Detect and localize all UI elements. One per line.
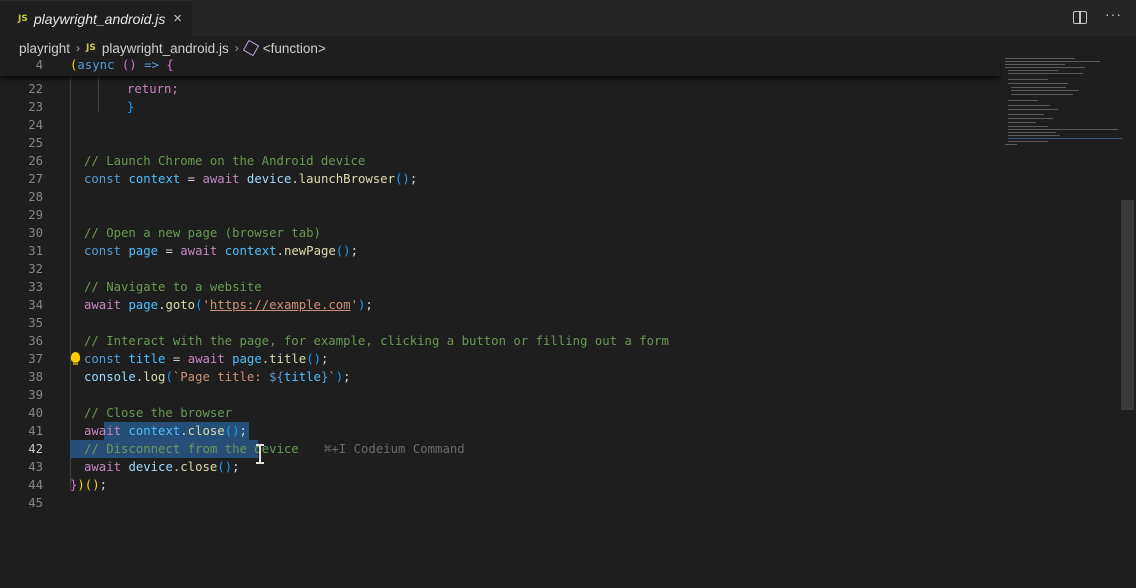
code-line-40[interactable]: 40 // Close the browser xyxy=(0,404,1000,422)
code-line-42[interactable]: 42 // Disconnect from the device ⌘+I Cod… xyxy=(0,440,1000,458)
code-line: (async () => { xyxy=(70,58,174,72)
code-line-36[interactable]: 36 // Interact with the page, for exampl… xyxy=(0,332,1000,350)
code-line-45[interactable]: 45 xyxy=(0,494,1000,512)
code-line-27[interactable]: 27 const context = await device.launchBr… xyxy=(0,170,1000,188)
lightbulb-icon[interactable] xyxy=(71,352,80,365)
code-line-34[interactable]: 34 await page.goto('https://example.com'… xyxy=(0,296,1000,314)
breadcrumb-folder[interactable]: playright xyxy=(19,41,70,56)
url-link[interactable]: https://example.com xyxy=(210,298,351,312)
chevron-right-icon: › xyxy=(76,41,81,55)
minimap[interactable] xyxy=(1003,56,1123,156)
code-line-44[interactable]: 44 })(); xyxy=(0,476,1000,494)
code-line-31[interactable]: 31 const page = await context.newPage(); xyxy=(0,242,1000,260)
close-icon[interactable]: × xyxy=(173,10,182,27)
breadcrumb: playright › JS playwright_android.js › <… xyxy=(19,38,326,58)
code-line-28[interactable]: 28 xyxy=(0,188,1000,206)
code-line-26[interactable]: 26 // Launch Chrome on the Android devic… xyxy=(0,152,1000,170)
code-line-38[interactable]: 38 console.log(`Page title: ${title}`); xyxy=(0,368,1000,386)
split-editor-icon[interactable] xyxy=(1073,11,1087,24)
code-line-35[interactable]: 35 xyxy=(0,314,1000,332)
line-number: 4 xyxy=(35,58,43,72)
code-editor[interactable]: 4 (async () => { 22 return; 23 } 24 25 2… xyxy=(0,58,1000,588)
code-line-30[interactable]: 30 // Open a new page (browser tab) xyxy=(0,224,1000,242)
code-line-29[interactable]: 29 xyxy=(0,206,1000,224)
code-line-37[interactable]: 37 const title = await page.title(); xyxy=(0,350,1000,368)
sticky-scroll-line[interactable]: 4 (async () => { xyxy=(0,58,1000,76)
code-line-25[interactable]: 25 xyxy=(0,134,1000,152)
tab-playwright-android[interactable]: JS playwright_android.js × xyxy=(0,0,192,36)
chevron-right-icon: › xyxy=(234,41,239,55)
code-line-39[interactable]: 39 xyxy=(0,386,1000,404)
code-line-24[interactable]: 24 xyxy=(0,116,1000,134)
more-actions-icon[interactable]: ··· xyxy=(1105,6,1122,24)
codeium-command-hint[interactable]: ⌘+I Codeium Command xyxy=(324,440,465,458)
code-line-23[interactable]: 23 } xyxy=(0,98,1000,116)
breadcrumb-file[interactable]: playwright_android.js xyxy=(102,41,229,56)
breadcrumb-symbol[interactable]: <function> xyxy=(263,41,326,56)
vertical-scrollbar[interactable] xyxy=(1121,200,1134,410)
text-cursor-icon xyxy=(256,444,264,464)
code-line-22[interactable]: 22 return; xyxy=(0,80,1000,98)
code-line-41[interactable]: 41 await context.close(); xyxy=(0,422,1000,440)
code-line-33[interactable]: 33 // Navigate to a website xyxy=(0,278,1000,296)
tab-label: playwright_android.js xyxy=(33,10,166,27)
js-file-icon: JS xyxy=(18,13,28,24)
tab-bar: JS playwright_android.js × ··· xyxy=(0,0,1136,36)
function-cube-icon xyxy=(242,39,259,57)
code-line-43[interactable]: 43 await device.close(); xyxy=(0,458,1000,476)
js-file-icon: JS xyxy=(86,43,96,53)
editor-actions: ··· xyxy=(1073,6,1122,24)
code-line-32[interactable]: 32 xyxy=(0,260,1000,278)
